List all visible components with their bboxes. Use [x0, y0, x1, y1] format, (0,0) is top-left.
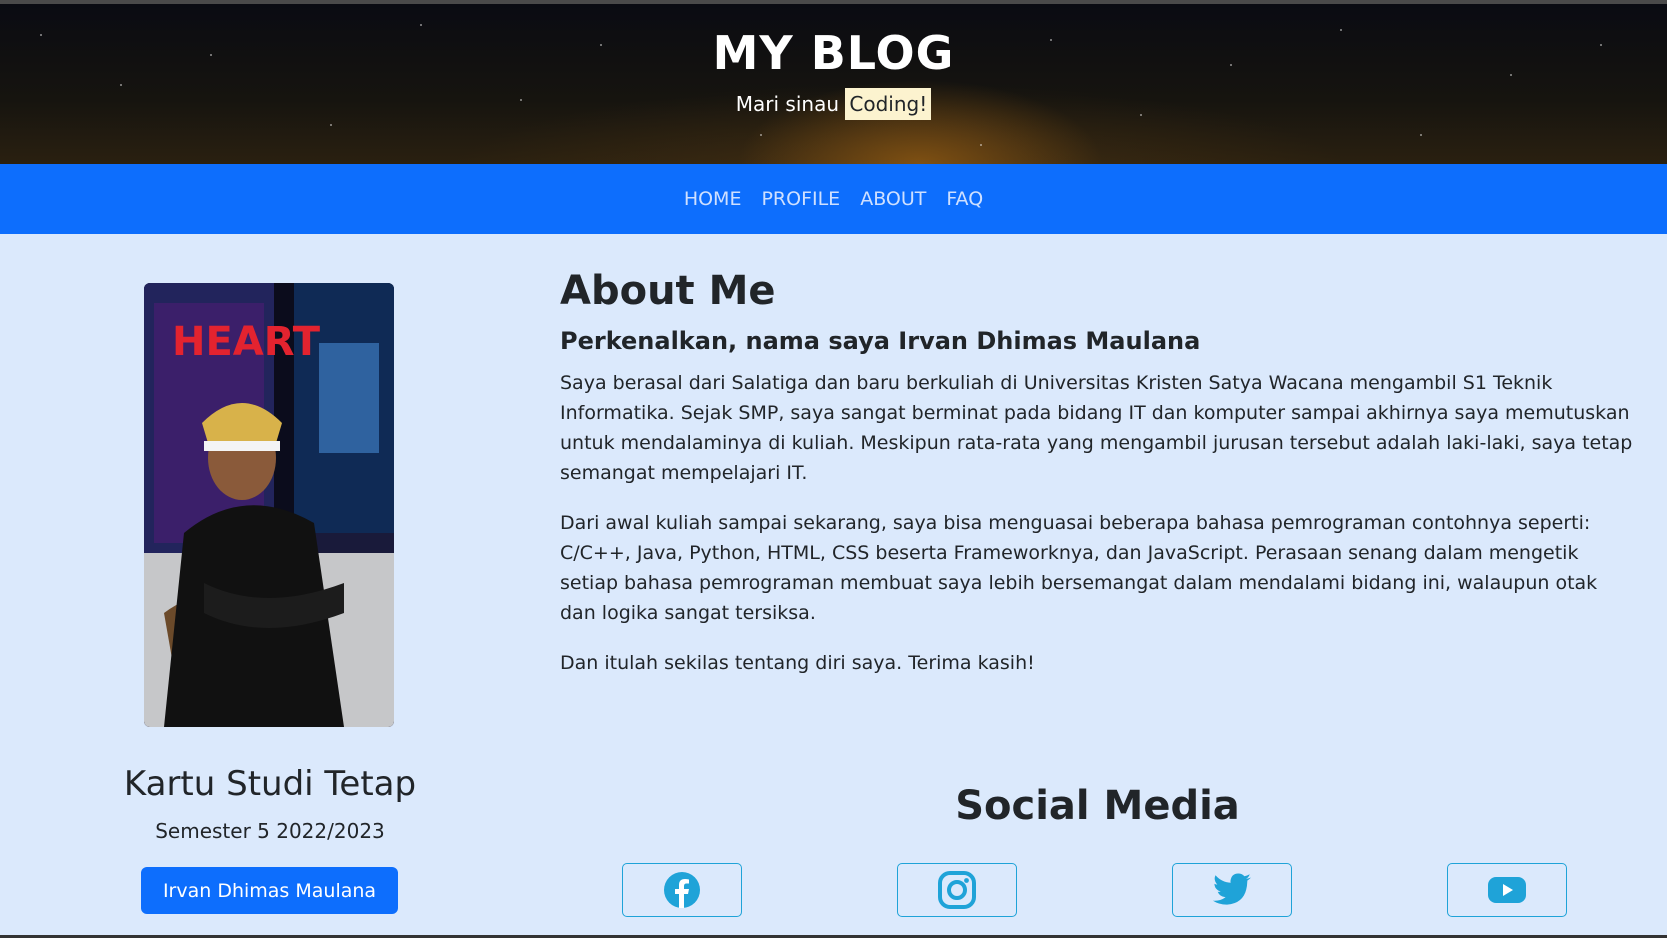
- profile-photo-image: HEART: [144, 283, 394, 727]
- star: [1420, 134, 1422, 136]
- name-button[interactable]: Irvan Dhimas Maulana: [141, 867, 398, 914]
- about-heading: About Me: [560, 268, 776, 314]
- blog-title: MY BLOG: [712, 26, 955, 80]
- twitter-button[interactable]: [1172, 863, 1292, 917]
- blog-tagline: Mari sinau Coding!: [0, 88, 1667, 120]
- main-nav: HOME PROFILE ABOUT FAQ: [0, 164, 1667, 234]
- instagram-button[interactable]: [897, 863, 1017, 917]
- facebook-button[interactable]: [622, 863, 742, 917]
- star: [760, 134, 762, 136]
- star: [980, 144, 982, 146]
- nav-profile[interactable]: PROFILE: [761, 188, 840, 210]
- about-paragraph: Saya berasal dari Salatiga dan baru berk…: [560, 372, 1633, 484]
- nav-about[interactable]: ABOUT: [860, 188, 926, 210]
- about-paragraph: Dan itulah sekilas tentang diri saya. Te…: [560, 652, 1035, 674]
- about-paragraph: Dari awal kuliah sampai sekarang, saya b…: [560, 512, 1598, 624]
- star: [120, 84, 122, 86]
- about-subheading: Perkenalkan, nama saya Irvan Dhimas Maul…: [560, 327, 1201, 355]
- facebook-icon: [664, 872, 700, 908]
- blog-header: MY BLOG Mari sinau Coding!: [0, 4, 1667, 164]
- twitter-icon: [1212, 873, 1251, 905]
- card-title: Kartu Studi Tetap: [123, 764, 417, 804]
- instagram-icon: [938, 871, 976, 909]
- tagline-highlight: Coding!: [845, 88, 932, 120]
- youtube-icon: [1488, 877, 1526, 903]
- profile-photo: HEART: [144, 283, 394, 727]
- social-heading: Social Media: [955, 783, 1240, 829]
- tagline-text: Mari sinau: [735, 92, 840, 116]
- nav-home[interactable]: HOME: [684, 188, 742, 210]
- star: [330, 124, 332, 126]
- youtube-button[interactable]: [1447, 863, 1567, 917]
- card-subtitle: Semester 5 2022/2023: [155, 819, 385, 843]
- nav-faq[interactable]: FAQ: [946, 188, 983, 210]
- photo-banner-text: HEART: [172, 319, 321, 365]
